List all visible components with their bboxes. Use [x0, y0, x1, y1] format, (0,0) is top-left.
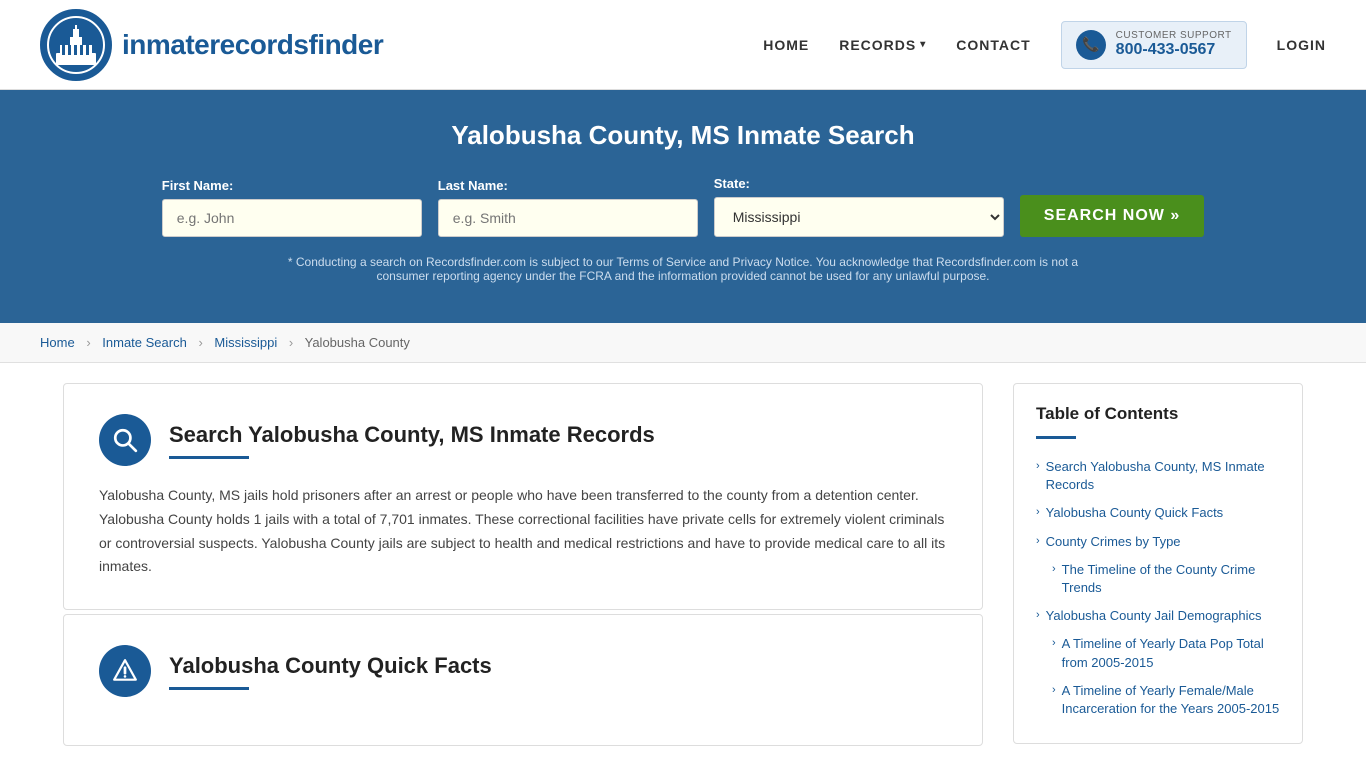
- navigation: HOME RECORDS ▾ CONTACT 📞 CUSTOMER SUPPOR…: [763, 21, 1326, 69]
- lastname-group: Last Name:: [438, 178, 698, 237]
- state-select[interactable]: MississippiAlabamaAlaskaArizonaArkansasC…: [714, 197, 1004, 237]
- section2-title: Yalobusha County Quick Facts: [169, 653, 492, 679]
- toc-item[interactable]: › Yalobusha County Quick Facts: [1036, 499, 1280, 527]
- breadcrumb-state[interactable]: Mississippi: [214, 335, 277, 350]
- toc-items: › Search Yalobusha County, MS Inmate Reco…: [1036, 453, 1280, 723]
- header: inmaterecordsfinder HOME RECORDS ▾ CONTA…: [0, 0, 1366, 90]
- breadcrumb-sep-1: ›: [86, 335, 90, 350]
- toc-item[interactable]: › A Timeline of Yearly Female/Male Incarc…: [1036, 677, 1280, 723]
- section2-divider: [169, 687, 249, 690]
- toc-item[interactable]: › Yalobusha County Jail Demographics: [1036, 602, 1280, 630]
- toc-link[interactable]: Yalobusha County Jail Demographics: [1046, 607, 1262, 625]
- logo-area: inmaterecordsfinder: [40, 9, 383, 81]
- toc-link[interactable]: County Crimes by Type: [1046, 533, 1181, 551]
- firstname-input[interactable]: [162, 199, 422, 237]
- breadcrumb: Home › Inmate Search › Mississippi › Yal…: [0, 323, 1366, 363]
- nav-contact[interactable]: CONTACT: [956, 37, 1030, 53]
- content-area: Search Yalobusha County, MS Inmate Recor…: [63, 383, 983, 750]
- section1-divider: [169, 456, 249, 459]
- section1-title: Search Yalobusha County, MS Inmate Recor…: [169, 422, 655, 448]
- page-title: Yalobusha County, MS Inmate Search: [40, 120, 1326, 151]
- toc-link[interactable]: A Timeline of Yearly Female/Male Incarce…: [1062, 682, 1280, 718]
- state-label: State:: [714, 176, 750, 191]
- nav-records[interactable]: RECORDS ▾: [839, 37, 926, 53]
- chevron-right-icon: ›: [1052, 563, 1056, 575]
- section1-header: Search Yalobusha County, MS Inmate Recor…: [99, 414, 947, 466]
- chevron-right-icon: ›: [1036, 535, 1040, 547]
- search-icon-circle: [99, 414, 151, 466]
- breadcrumb-home[interactable]: Home: [40, 335, 75, 350]
- sidebar: Table of Contents › Search Yalobusha Coun…: [1013, 383, 1303, 750]
- customer-support-button[interactable]: 📞 CUSTOMER SUPPORT 800-433-0567: [1061, 21, 1247, 69]
- breadcrumb-sep-2: ›: [198, 335, 202, 350]
- breadcrumb-sep-3: ›: [289, 335, 293, 350]
- lastname-label: Last Name:: [438, 178, 508, 193]
- main-content: Search Yalobusha County, MS Inmate Recor…: [33, 383, 1333, 750]
- support-label: CUSTOMER SUPPORT: [1116, 30, 1232, 41]
- disclaimer-text: * Conducting a search on Recordsfinder.c…: [283, 255, 1083, 283]
- logo-normal: inmaterecords: [122, 29, 308, 60]
- support-number: 800-433-0567: [1116, 41, 1232, 59]
- chevron-down-icon: ▾: [920, 39, 926, 50]
- section-quick-facts: Yalobusha County Quick Facts: [63, 614, 983, 746]
- toc-item[interactable]: › County Crimes by Type: [1036, 528, 1280, 556]
- search-icon: [112, 427, 138, 453]
- chevron-right-icon: ›: [1036, 506, 1040, 518]
- support-info: CUSTOMER SUPPORT 800-433-0567: [1116, 30, 1232, 59]
- login-button[interactable]: LOGIN: [1277, 37, 1326, 53]
- logo-bold: finder: [308, 29, 383, 60]
- logo-icon: [40, 9, 112, 81]
- section1-title-wrap: Search Yalobusha County, MS Inmate Recor…: [169, 422, 655, 459]
- breadcrumb-current: Yalobusha County: [305, 335, 410, 350]
- toc-divider: [1036, 436, 1076, 439]
- section2-header: Yalobusha County Quick Facts: [99, 645, 947, 697]
- alert-icon-circle: [99, 645, 151, 697]
- chevron-right-icon: ›: [1052, 684, 1056, 696]
- lastname-input[interactable]: [438, 199, 698, 237]
- toc-title: Table of Contents: [1036, 404, 1280, 424]
- firstname-group: First Name:: [162, 178, 422, 237]
- state-group: State: MississippiAlabamaAlaskaArizonaAr…: [714, 176, 1004, 237]
- phone-icon: 📞: [1076, 30, 1106, 60]
- chevron-right-icon: ›: [1052, 637, 1056, 649]
- table-of-contents: Table of Contents › Search Yalobusha Coun…: [1013, 383, 1303, 744]
- toc-item[interactable]: › Search Yalobusha County, MS Inmate Reco…: [1036, 453, 1280, 499]
- section1-body: Yalobusha County, MS jails hold prisoner…: [99, 484, 947, 579]
- toc-link[interactable]: The Timeline of the County Crime Trends: [1062, 561, 1280, 597]
- toc-link[interactable]: Yalobusha County Quick Facts: [1046, 504, 1224, 522]
- chevron-right-icon: ›: [1036, 609, 1040, 621]
- toc-link[interactable]: A Timeline of Yearly Data Pop Total from…: [1062, 635, 1280, 671]
- search-form: First Name: Last Name: State: Mississipp…: [40, 176, 1326, 237]
- chevron-right-icon: ›: [1036, 460, 1040, 472]
- section2-title-wrap: Yalobusha County Quick Facts: [169, 653, 492, 690]
- toc-item[interactable]: › A Timeline of Yearly Data Pop Total fro…: [1036, 630, 1280, 676]
- toc-item[interactable]: › The Timeline of the County Crime Trends: [1036, 556, 1280, 602]
- nav-home[interactable]: HOME: [763, 37, 809, 53]
- alert-icon: [112, 658, 138, 684]
- toc-link[interactable]: Search Yalobusha County, MS Inmate Recor…: [1046, 458, 1280, 494]
- section-inmate-records: Search Yalobusha County, MS Inmate Recor…: [63, 383, 983, 610]
- hero-section: Yalobusha County, MS Inmate Search First…: [0, 90, 1366, 323]
- breadcrumb-inmate-search[interactable]: Inmate Search: [102, 335, 187, 350]
- logo-text: inmaterecordsfinder: [122, 29, 383, 61]
- firstname-label: First Name:: [162, 178, 234, 193]
- search-button[interactable]: SEARCH NOW »: [1020, 195, 1204, 237]
